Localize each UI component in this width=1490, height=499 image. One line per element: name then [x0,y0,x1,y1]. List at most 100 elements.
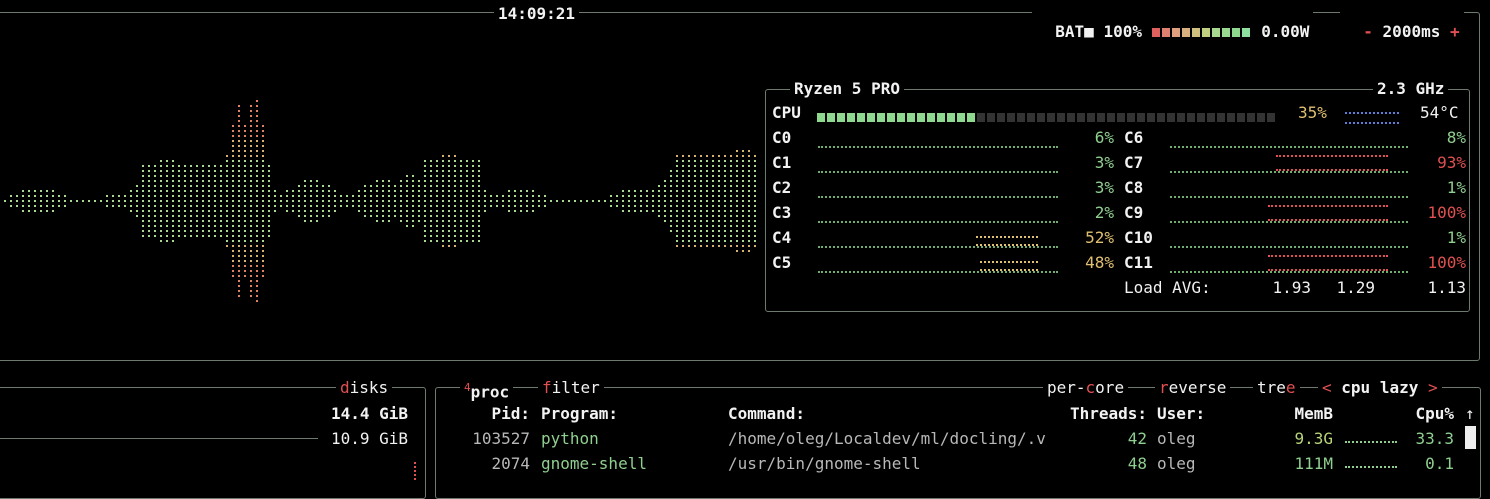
graph-dot [190,225,192,227]
graph-dot [244,270,246,272]
graph-dot [622,210,624,212]
graph-dot [262,150,264,152]
graph-dot [754,210,756,212]
graph-dot [646,190,648,192]
graph-dot [454,165,456,167]
graph-dot [256,195,258,197]
graph-dot [100,200,102,202]
graph-dot [262,275,264,277]
graph-dot [250,140,252,142]
graph-dot [700,155,702,157]
graph-dot [676,235,678,237]
graph-dot [280,200,282,202]
graph-dot [208,230,210,232]
graph-dot [178,165,180,167]
graph-dot [166,215,168,217]
graph-dot [454,240,456,242]
disks-tab[interactable]: disks [336,379,393,397]
graph-dot [178,235,180,237]
graph-dot [256,215,258,217]
col-user[interactable]: User: [1157,404,1205,424]
graph-dot [172,160,174,162]
graph-dot [244,210,246,212]
graph-dot [712,190,714,192]
graph-dot [250,135,252,137]
graph-dot [718,175,720,177]
cpu-meter-segment [927,113,935,122]
mem-total: 14.4 GiB [330,404,408,423]
graph-dot [736,245,738,247]
graph-dot [448,230,450,232]
graph-dot [256,160,258,162]
graph-dot [508,190,510,192]
graph-dot [724,170,726,172]
per-core-toggle[interactable]: per-core [1043,379,1129,397]
core-percent: 1% [1446,178,1466,197]
graph-dot [262,255,264,257]
graph-dot [238,185,240,187]
sort-prev-button[interactable]: < [1322,378,1332,397]
scrollbar-thumb[interactable] [1465,426,1476,449]
graph-dot [256,130,258,132]
sort-next-button[interactable]: > [1428,378,1438,397]
graph-dot [250,290,252,292]
graph-dot [628,190,630,192]
graph-dot [676,195,678,197]
graph-dot [250,250,252,252]
graph-dot [382,180,384,182]
graph-dot [736,165,738,167]
graph-dot [424,230,426,232]
graph-dot [148,230,150,232]
core-label: C6 [1124,128,1144,147]
refresh-increase-button[interactable]: + [1450,22,1460,41]
graph-dot [466,215,468,217]
graph-dot [382,205,384,207]
graph-dot [376,185,378,187]
scroll-up-icon[interactable]: ↑ [1465,404,1475,424]
graph-dot [256,145,258,147]
proc-title: 4proc [460,379,514,402]
graph-dot [184,170,186,172]
graph-dot [22,200,24,202]
graph-dot [124,200,126,202]
graph-dot [304,210,306,212]
graph-dot [310,185,312,187]
graph-dot [700,165,702,167]
graph-dot [184,230,186,232]
graph-dot [388,180,390,182]
graph-dot [436,165,438,167]
graph-dot [142,225,144,227]
graph-dot [568,200,570,202]
graph-dot [688,200,690,202]
graph-dot [520,195,522,197]
graph-dot [742,165,744,167]
graph-dot [478,205,480,207]
graph-dot [460,165,462,167]
refresh-decrease-button[interactable]: - [1363,22,1373,41]
graph-dot [262,220,264,222]
col-mem[interactable]: MemB [1270,404,1333,424]
col-command[interactable]: Command: [728,404,805,424]
tree-toggle[interactable]: tree [1253,379,1300,397]
graph-dot [472,215,474,217]
graph-dot [688,220,690,222]
graph-dot [244,190,246,192]
core-percent: 6% [1094,128,1114,147]
graph-dot [244,275,246,277]
filter-button[interactable]: filter [538,379,604,397]
graph-dot [742,190,744,192]
battery-meter-segment [1231,28,1240,37]
graph-dot [208,225,210,227]
col-threads[interactable]: Threads: [1040,404,1147,424]
graph-dot [454,170,456,172]
graph-dot [532,205,534,207]
col-program[interactable]: Program: [541,404,618,424]
graph-dot [442,215,444,217]
graph-dot [208,200,210,202]
graph-dot [262,230,264,232]
graph-dot [736,170,738,172]
graph-dot [178,200,180,202]
col-cpu[interactable]: Cpu% [1390,404,1454,424]
col-pid[interactable]: Pid: [450,404,530,424]
reverse-toggle[interactable]: reverse [1155,379,1231,397]
